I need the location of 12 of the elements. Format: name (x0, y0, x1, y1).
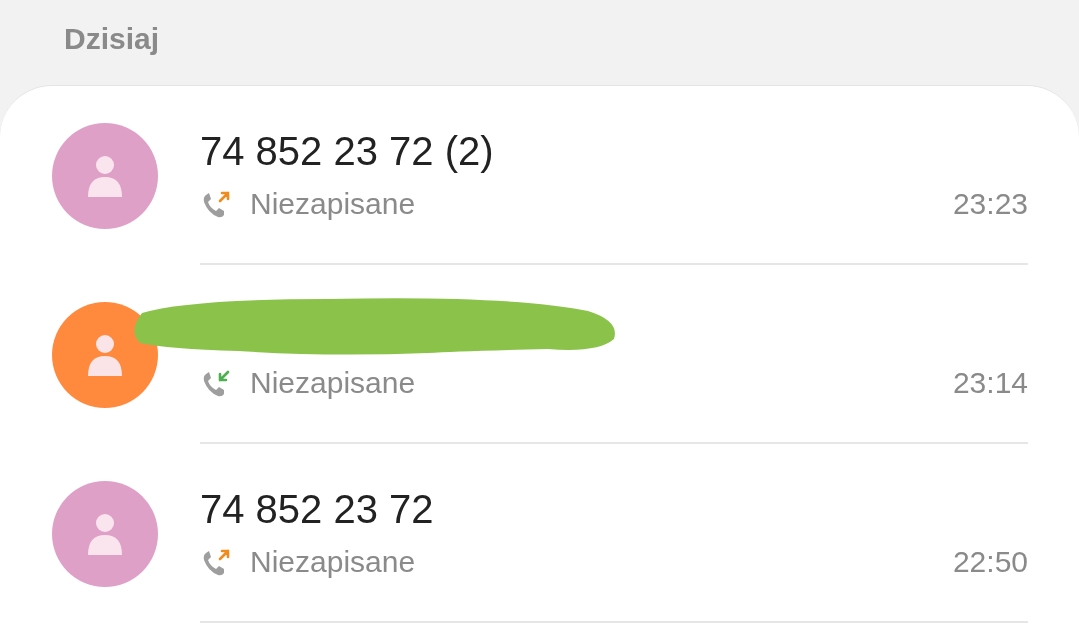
call-time: 22:50 (952, 544, 1028, 580)
section-header: Dzisiaj (64, 21, 160, 57)
phone-number: 74 852 23 72 (200, 486, 435, 533)
contact-status: Niezapisane (250, 365, 417, 401)
call-time: 23:14 (952, 365, 1028, 401)
person-icon (86, 333, 124, 376)
phone-number: 74 852 23 72 (2) (200, 128, 495, 175)
call-time: 23:23 (952, 186, 1028, 222)
person-icon (86, 154, 124, 197)
contact-status: Niezapisane (250, 544, 417, 580)
contact-status: Niezapisane (250, 186, 417, 222)
person-icon (86, 512, 124, 555)
